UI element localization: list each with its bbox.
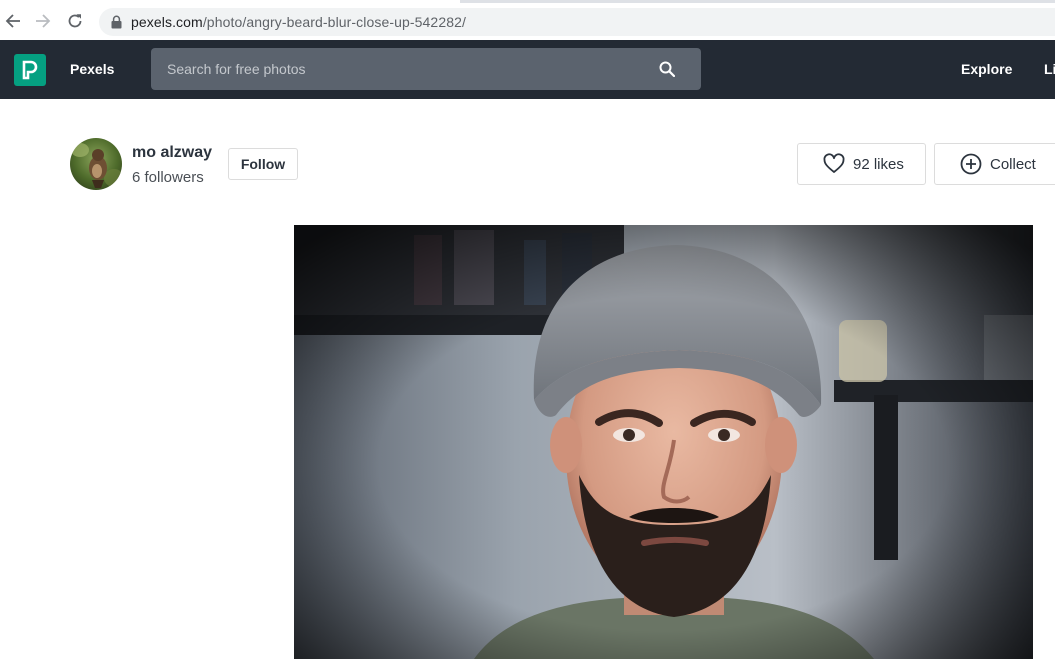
url-domain: pexels.com (131, 14, 203, 30)
url-text: pexels.com/photo/angry-beard-blur-close-… (131, 14, 466, 30)
search-placeholder: Search for free photos (167, 61, 306, 77)
brand-link[interactable]: Pexels (70, 61, 114, 77)
nav-explore[interactable]: Explore (961, 61, 1012, 77)
browser-toolbar: pexels.com/photo/angry-beard-blur-close-… (0, 3, 1055, 41)
main-photo[interactable] (294, 225, 1033, 659)
follow-button[interactable]: Follow (228, 148, 298, 180)
collect-label: Collect (990, 155, 1036, 173)
back-arrow-icon[interactable] (2, 10, 24, 32)
photographer-name[interactable]: mo alzway (132, 144, 212, 162)
pexels-logo-icon[interactable] (14, 54, 46, 86)
like-button[interactable]: 92 likes (797, 143, 926, 185)
plus-circle-icon (960, 153, 982, 175)
lock-icon (111, 15, 122, 29)
collect-button[interactable]: Collect (934, 143, 1055, 185)
address-bar[interactable]: pexels.com/photo/angry-beard-blur-close-… (99, 8, 1055, 36)
reload-icon[interactable] (64, 10, 86, 32)
search-input[interactable]: Search for free photos (151, 48, 701, 90)
url-path: /photo/angry-beard-blur-close-up-542282/ (202, 14, 466, 30)
site-header: Pexels Search for free photos Explore Li (0, 40, 1055, 99)
follower-count: 6 followers (132, 169, 204, 186)
avatar[interactable] (70, 138, 122, 190)
nav-license[interactable]: Li (1044, 61, 1055, 77)
forward-arrow-icon[interactable] (32, 10, 54, 32)
search-icon[interactable] (659, 61, 675, 77)
like-count: 92 likes (853, 155, 904, 173)
heart-icon (823, 153, 845, 173)
